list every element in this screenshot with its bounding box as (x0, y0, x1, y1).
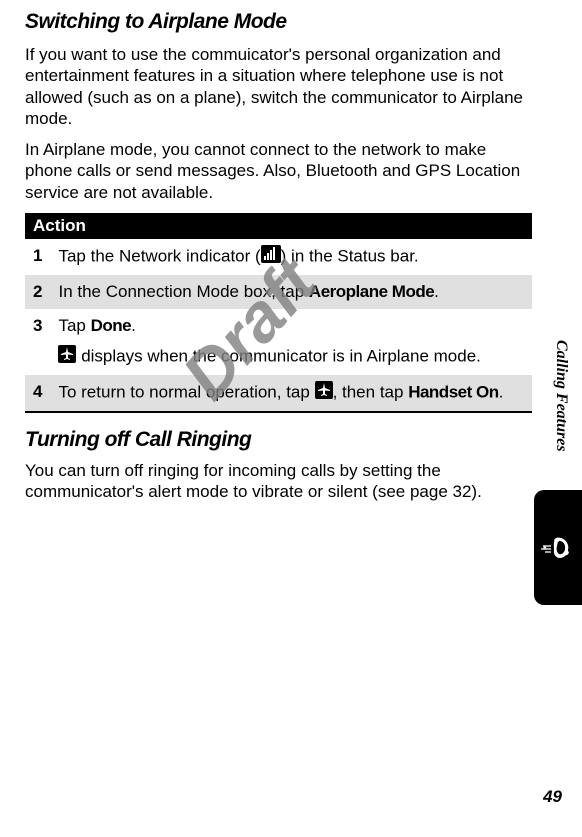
aeroplane-mode-label: Aeroplane Mode (309, 282, 434, 301)
ringing-paragraph: You can turn off ringing for incoming ca… (25, 460, 532, 503)
step-4-mid: , then tap (333, 383, 409, 402)
step-number: 4 (25, 375, 50, 411)
table-row: 4 To return to normal operation, tap , t… (25, 375, 532, 411)
step-4-post: . (499, 383, 504, 402)
step-2-pre: In the Connection Mode box, tap (58, 282, 308, 301)
step-text: To return to normal operation, tap , the… (50, 375, 532, 411)
table-row: 2 In the Connection Mode box, tap Aeropl… (25, 275, 532, 309)
step-2-post: . (434, 282, 439, 301)
step-text: In the Connection Mode box, tap Aeroplan… (50, 275, 532, 309)
step-3-extra: displays when the communicator is in Air… (76, 347, 480, 366)
table-divider (25, 411, 532, 413)
step-number: 2 (25, 275, 50, 309)
signal-icon (261, 245, 281, 269)
handset-on-label: Handset On (408, 383, 498, 402)
step-text: Tap Done. displays when the communicator… (50, 309, 532, 375)
airplane-icon (58, 345, 76, 369)
step-text: Tap the Network indicator ( ) in the Stat… (50, 239, 532, 275)
table-row: 1 Tap the Network indicator ( ) in the St… (25, 239, 532, 275)
action-table: Action 1 Tap the Network indicator ( ) in… (25, 213, 532, 413)
step-1-pre: Tap the Network indicator ( (58, 246, 260, 265)
heading-call-ringing: Turning off Call Ringing (25, 428, 532, 452)
table-row: 3 Tap Done. displays when the communicat… (25, 309, 532, 375)
step-1-post: ) in the Status bar. (281, 246, 419, 265)
heading-airplane-mode: Switching to Airplane Mode (25, 10, 532, 34)
step-number: 1 (25, 239, 50, 275)
step-4-pre: To return to normal operation, tap (58, 383, 314, 402)
done-label: Done (91, 316, 132, 335)
step-3-post: . (131, 316, 136, 335)
phone-tab-icon (534, 490, 582, 605)
intro-paragraph-1: If you want to use the commuicator's per… (25, 44, 532, 129)
intro-paragraph-2: In Airplane mode, you cannot connect to … (25, 139, 532, 203)
action-table-header: Action (25, 213, 532, 239)
airplane-icon (315, 381, 333, 405)
section-side-label: Calling Features (552, 340, 570, 452)
step-3-pre: Tap (58, 316, 90, 335)
page-number: 49 (543, 787, 562, 807)
step-number: 3 (25, 309, 50, 375)
